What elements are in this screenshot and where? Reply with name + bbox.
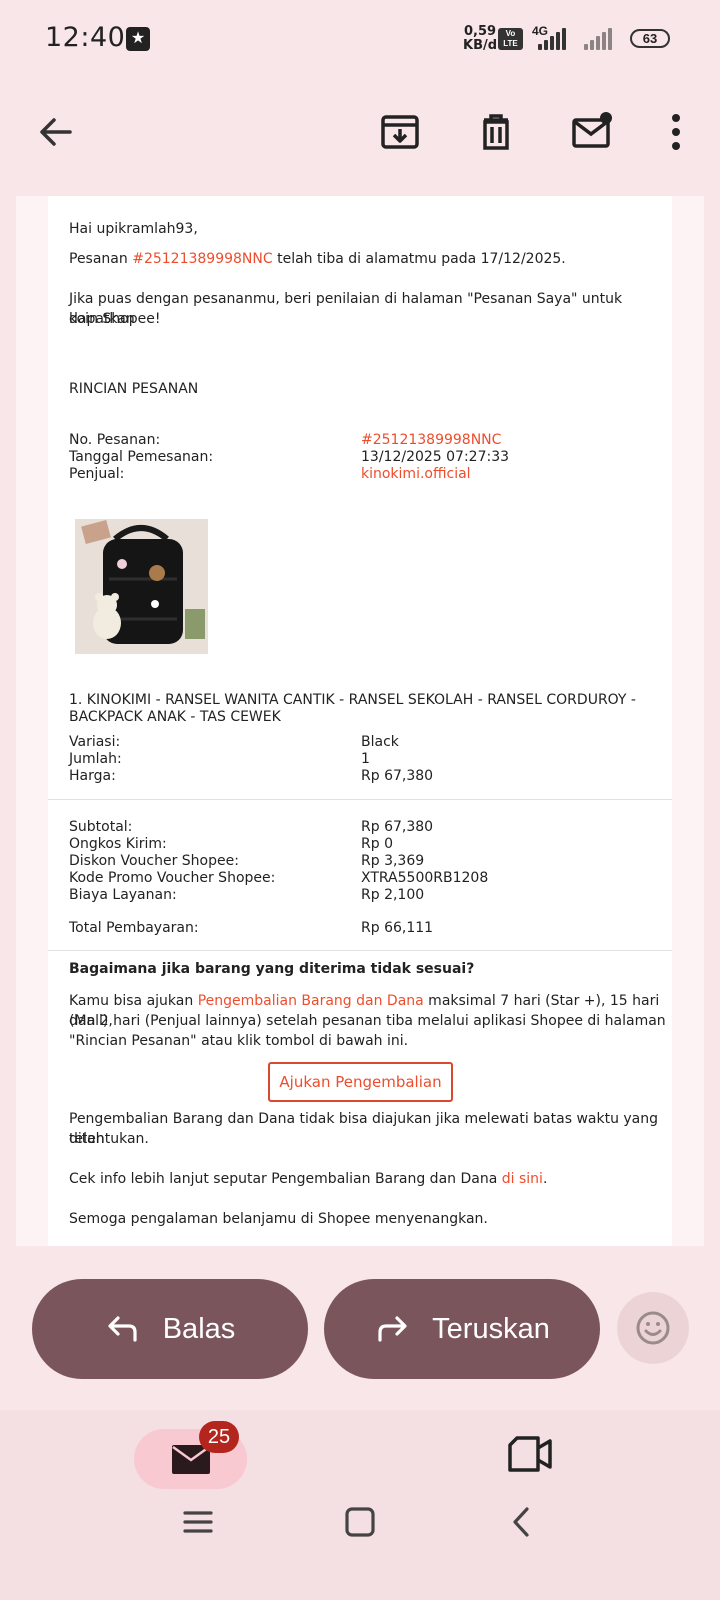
volte-icon: Vo LTE xyxy=(498,28,523,50)
more-vert-icon[interactable] xyxy=(654,110,698,154)
submit-return-button[interactable]: Ajukan Pengembalian xyxy=(268,1062,453,1102)
return-text-line3: "Rincian Pesanan" atau klik tombol di ba… xyxy=(69,1033,409,1049)
total-label: Diskon Voucher Shopee: xyxy=(69,853,239,869)
info-link[interactable]: di sini xyxy=(502,1171,543,1187)
total-label: Ongkos Kirim: xyxy=(69,836,167,852)
arrival-suffix: telah tiba di alamatmu pada 17/12/2025. xyxy=(272,251,566,267)
video-camera-icon xyxy=(508,1436,552,1472)
menu-icon xyxy=(183,1511,213,1533)
product-image[interactable] xyxy=(75,519,208,654)
product-detail-value: 1 xyxy=(361,751,370,767)
chevron-left-icon xyxy=(513,1507,529,1537)
product-detail-label: Jumlah: xyxy=(69,751,122,767)
seller-link[interactable]: kinokimi.official xyxy=(361,466,471,483)
forward-label: Teruskan xyxy=(432,1312,550,1345)
arrival-notice: Pesanan #25121389998NNC telah tiba di al… xyxy=(69,249,566,269)
total-label: Subtotal: xyxy=(69,819,133,835)
grand-total-value: Rp 66,111 xyxy=(361,920,434,936)
system-back-button[interactable] xyxy=(504,1504,540,1540)
total-value: Rp 0 xyxy=(361,836,393,852)
info-prefix: Cek info lebih lanjut seputar Pengembali… xyxy=(69,1171,502,1187)
home-button[interactable] xyxy=(342,1504,378,1540)
return-prefix: Kamu bisa ajukan xyxy=(69,993,198,1009)
return-note-line2: ditentukan. xyxy=(69,1131,149,1147)
info-line: Cek info lebih lanjut seputar Pengembali… xyxy=(69,1169,547,1189)
grand-total-label: Total Pembayaran: xyxy=(69,920,199,936)
delete-icon[interactable] xyxy=(474,110,518,154)
mark-unread-icon[interactable] xyxy=(570,110,614,154)
reply-icon xyxy=(108,1316,137,1342)
greeting: Hai upikramlah93, xyxy=(69,221,198,237)
divider xyxy=(48,799,672,800)
order-info-label: Tanggal Pemesanan: xyxy=(69,449,214,465)
net-speed-value: 0,59 xyxy=(463,24,497,39)
product-title-line2: BACKPACK ANAK - TAS CEWEK xyxy=(69,709,281,725)
forward-icon xyxy=(378,1316,407,1342)
reply-label: Balas xyxy=(162,1312,236,1345)
total-value: Rp 2,100 xyxy=(361,887,425,903)
total-label: Kode Promo Voucher Shopee: xyxy=(69,870,276,886)
product-detail-label: Variasi: xyxy=(69,734,121,750)
divider xyxy=(48,950,672,951)
notification-star-icon: ★ xyxy=(126,27,150,51)
reply-button[interactable]: Balas xyxy=(32,1279,308,1379)
total-value: XTRA5500RB1208 xyxy=(361,870,489,886)
total-value: Rp 67,380 xyxy=(361,819,434,835)
recent-apps-button[interactable] xyxy=(180,1504,216,1540)
emoji-reaction-button[interactable] xyxy=(617,1292,689,1364)
bottom-navigation: 25 xyxy=(0,1410,720,1600)
unread-count-badge: 25 xyxy=(199,1421,239,1453)
archive-icon[interactable] xyxy=(378,110,422,154)
signal-icon xyxy=(532,28,566,50)
order-number-link[interactable]: #25121389998NNC xyxy=(132,251,272,267)
product-detail-label: Harga: xyxy=(69,768,116,784)
nav-meet-tab[interactable] xyxy=(506,1432,554,1476)
product-detail-value: Rp 67,380 xyxy=(361,768,434,784)
info-suffix: . xyxy=(542,1171,548,1187)
return-note-line1: Pengembalian Barang dan Dana tidak bisa … xyxy=(69,1111,659,1147)
email-content: Hai upikramlah93, Pesanan #25121389998NN… xyxy=(48,196,672,1246)
signal-icon-secondary xyxy=(584,28,616,50)
arrival-prefix: Pesanan xyxy=(69,251,133,267)
network-speed: 0,59 KB/d xyxy=(463,25,497,53)
order-info-label: No. Pesanan: xyxy=(69,432,161,448)
smiley-icon xyxy=(636,1311,670,1345)
status-time: 12:40 xyxy=(45,22,126,53)
net-speed-unit: KB/d xyxy=(463,38,498,53)
email-body-scroll[interactable]: Hai upikramlah93, Pesanan #25121389998NN… xyxy=(16,196,704,1246)
return-text-line2: dan 2 hari (Penjual lainnya) setelah pes… xyxy=(69,1013,666,1029)
total-label: Biaya Layanan: xyxy=(69,887,177,903)
order-info-label: Penjual: xyxy=(69,466,125,482)
closing-text: Semoga pengalaman belanjamu di Shopee me… xyxy=(69,1211,488,1227)
status-bar: 12:40 ★ 0,59 KB/d Vo LTE 4G 63 xyxy=(0,0,720,78)
square-icon xyxy=(345,1507,375,1537)
return-heading: Bagaimana jika barang yang diterima tida… xyxy=(69,961,475,977)
total-value: Rp 3,369 xyxy=(361,853,425,869)
forward-button[interactable]: Teruskan xyxy=(324,1279,600,1379)
return-policy-link[interactable]: Pengembalian Barang dan Dana xyxy=(198,993,424,1009)
order-date-value: 13/12/2025 07:27:33 xyxy=(361,449,510,465)
app-bar xyxy=(0,78,720,196)
arrow-left-icon[interactable] xyxy=(34,110,78,154)
rate-text-line2: koin Shopee! xyxy=(69,311,161,327)
section-title: RINCIAN PESANAN xyxy=(69,381,199,397)
battery-indicator: 63 xyxy=(630,29,670,48)
product-detail-value: Black xyxy=(361,734,399,750)
order-no-value[interactable]: #25121389998NNC xyxy=(361,432,501,449)
